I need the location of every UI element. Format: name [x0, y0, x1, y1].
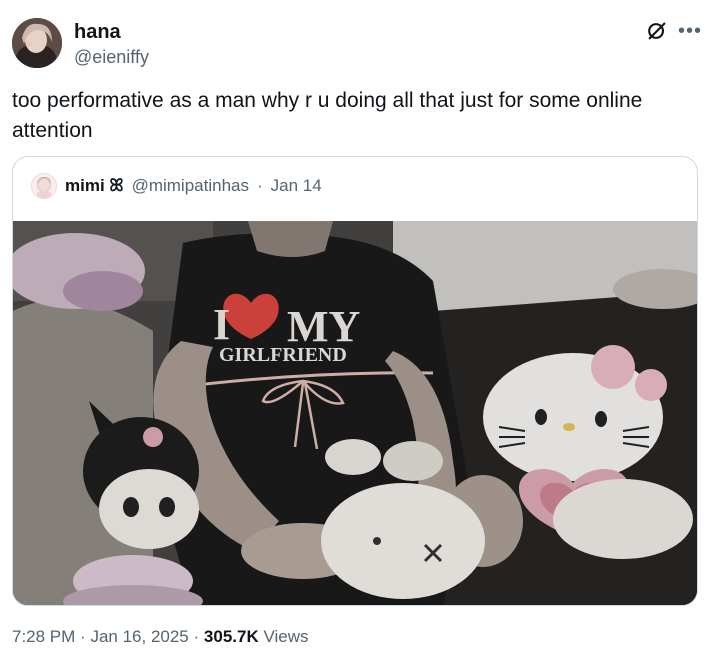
more-horizontal-icon[interactable]: ••• [678, 21, 702, 41]
author-avatar[interactable] [12, 18, 62, 68]
views-label: Views [263, 627, 309, 646]
views-count[interactable]: 305.7K [204, 627, 259, 646]
tweet: hana @eieniffy ••• too performative as a… [0, 0, 716, 666]
tweet-meta: 7:28 PM · Jan 16, 2025 · 305.7K Views [12, 627, 309, 647]
author-handle[interactable]: @eieniffy [74, 45, 149, 69]
grok-icon[interactable] [646, 20, 668, 42]
quoted-author-display-name[interactable]: mimi ꕤ [65, 176, 124, 196]
meta-separator: · [80, 627, 86, 646]
author-info: hana @eieniffy [74, 20, 149, 69]
quoted-tweet-photo[interactable]: I MY GIRLFRIEND [13, 221, 697, 605]
tweet-text: too performative as a man why r u doing … [12, 89, 643, 142]
quoted-header-separator: · [256, 176, 263, 195]
author-display-name[interactable]: hana [74, 20, 149, 44]
tweet-top-actions: ••• [646, 20, 702, 42]
quoted-author-avatar[interactable] [31, 173, 57, 199]
quoted-tweet[interactable]: mimi ꕤ @mimipatinhas · Jan 14 I MY GIRLF… [12, 156, 698, 606]
quoted-tweet-date[interactable]: Jan 14 [271, 176, 322, 196]
tweet-date[interactable]: Jan 16, 2025 [90, 627, 188, 646]
quoted-tweet-header: mimi ꕤ @mimipatinhas · Jan 14 [31, 173, 322, 199]
quoted-author-handle[interactable]: @mimipatinhas [132, 176, 249, 196]
meta-separator: · [193, 627, 200, 646]
quoted-author-emoji: ꕤ [109, 176, 124, 195]
tweet-time[interactable]: 7:28 PM [12, 627, 75, 646]
